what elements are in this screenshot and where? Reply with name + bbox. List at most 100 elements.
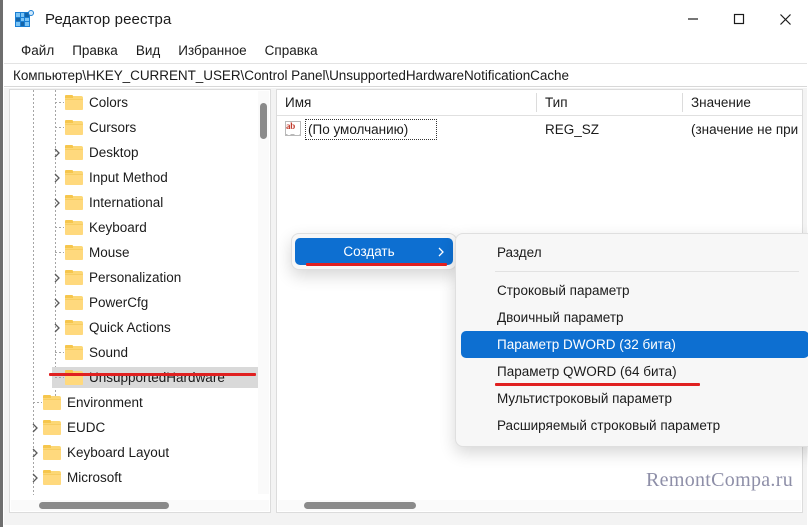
- tree-item-desktop[interactable]: Desktop: [10, 140, 260, 165]
- tree-item-mouse[interactable]: Mouse: [10, 240, 260, 265]
- menu-view[interactable]: Вид: [127, 41, 169, 60]
- submenu-item-key[interactable]: Раздел: [461, 239, 808, 266]
- submenu-item-multi-string[interactable]: Мультистроковый параметр: [461, 385, 808, 412]
- tree-item-colors[interactable]: Colors: [10, 90, 260, 115]
- submenu-separator: [495, 271, 799, 272]
- tree-item-sound[interactable]: Sound: [10, 340, 260, 365]
- folder-icon: [65, 245, 83, 260]
- folder-icon: [43, 395, 61, 410]
- window-title: Редактор реестра: [45, 10, 172, 28]
- tree-item-label: PowerCfg: [89, 295, 149, 310]
- registry-editor-window: Редактор реестра Файл Правка Вид Избранн…: [0, 0, 808, 527]
- registry-path: Компьютер\HKEY_CURRENT_USER\Control Pane…: [13, 67, 569, 83]
- folder-icon: [65, 95, 83, 110]
- tree-item-label: Desktop: [89, 145, 139, 160]
- tree-item-label: Colors: [89, 95, 129, 110]
- tree-item-label: Quick Actions: [89, 320, 171, 335]
- tree-item-quick-actions[interactable]: Quick Actions: [10, 315, 260, 340]
- values-column-header: Имя Тип Значение: [277, 90, 802, 116]
- tree-item-personalization[interactable]: Personalization: [10, 265, 260, 290]
- folder-icon: [65, 195, 83, 210]
- tree-item-powercfg[interactable]: PowerCfg: [10, 290, 260, 315]
- folder-icon: [65, 170, 83, 185]
- chevron-right-icon[interactable]: [49, 195, 65, 211]
- window-controls: [670, 0, 808, 38]
- cell-name: (По умолчанию): [308, 121, 409, 137]
- folder-icon: [65, 295, 83, 310]
- tree-horizontal-scrollbar[interactable]: [11, 500, 269, 511]
- chevron-right-icon[interactable]: [49, 270, 65, 286]
- menu-help[interactable]: Справка: [256, 41, 327, 60]
- address-bar[interactable]: Компьютер\HKEY_CURRENT_USER\Control Pane…: [4, 63, 807, 87]
- chevron-right-icon[interactable]: [49, 320, 65, 336]
- folder-icon: [43, 445, 61, 460]
- registry-tree-pane: Colors Cursors Desktop Input Method Inte…: [9, 89, 271, 513]
- menu-bar: Файл Правка Вид Избранное Справка: [3, 38, 808, 63]
- string-value-icon: ab: [285, 121, 301, 136]
- cell-type: REG_SZ: [545, 121, 600, 137]
- tree-item-environment[interactable]: Environment: [10, 390, 260, 415]
- tree-item-input-method[interactable]: Input Method: [10, 165, 260, 190]
- site-watermark: RemontCompa.ru: [646, 469, 793, 491]
- tree-item-label: Keyboard: [89, 220, 147, 235]
- tree-vertical-scrollbar[interactable]: [258, 91, 269, 494]
- context-menu-item-label: Создать: [343, 244, 395, 259]
- tree-item-international[interactable]: International: [10, 190, 260, 215]
- menu-favorites[interactable]: Избранное: [169, 41, 255, 60]
- chevron-right-icon[interactable]: [49, 295, 65, 311]
- context-menu-item-new[interactable]: Создать: [295, 238, 453, 265]
- close-icon[interactable]: [762, 0, 808, 38]
- tree-item-keyboard[interactable]: Keyboard: [10, 215, 260, 240]
- tree-vertical-scrollbar-thumb[interactable]: [260, 103, 267, 139]
- registry-tree: Colors Cursors Desktop Input Method Inte…: [10, 90, 260, 495]
- folder-icon: [65, 120, 83, 135]
- tree-item-network[interactable]: Network: [10, 490, 260, 495]
- tree-item-label: Sound: [89, 345, 129, 360]
- tree-item-label: Environment: [67, 395, 143, 410]
- registry-editor-icon: [15, 10, 34, 28]
- values-horizontal-scrollbar[interactable]: [278, 500, 801, 511]
- menu-edit[interactable]: Правка: [63, 41, 127, 60]
- chevron-right-icon[interactable]: [49, 170, 65, 186]
- submenu-item-string-value[interactable]: Строковый параметр: [461, 277, 808, 304]
- tree-item-keyboard-layout[interactable]: Keyboard Layout: [10, 440, 260, 465]
- column-header-name[interactable]: Имя: [277, 90, 537, 115]
- maximize-icon[interactable]: [716, 0, 762, 38]
- chevron-right-icon: [435, 247, 445, 257]
- title-bar: Редактор реестра: [3, 0, 808, 38]
- values-horizontal-scrollbar-thumb[interactable]: [304, 502, 416, 509]
- minimize-icon[interactable]: [670, 0, 716, 38]
- submenu-item-binary-value[interactable]: Двоичный параметр: [461, 304, 808, 331]
- folder-icon: [65, 320, 83, 335]
- tree-item-label: Keyboard Layout: [67, 445, 170, 460]
- tree-item-label: Mouse: [89, 245, 130, 260]
- table-row[interactable]: ab (По умолчанию) REG_SZ (значение не пр…: [277, 116, 802, 142]
- submenu-item-qword-64[interactable]: Параметр QWORD (64 бита): [461, 358, 808, 385]
- tree-item-label: Cursors: [89, 120, 137, 135]
- folder-icon: [65, 270, 83, 285]
- tree-item-label: Microsoft: [67, 470, 122, 485]
- tree-item-label: EUDC: [67, 420, 106, 435]
- submenu-item-dword-32[interactable]: Параметр DWORD (32 бита): [461, 331, 808, 358]
- tree-item-label: Personalization: [89, 270, 182, 285]
- column-header-value[interactable]: Значение: [683, 90, 802, 115]
- chevron-right-icon[interactable]: [49, 145, 65, 161]
- new-submenu: Раздел Строковый параметр Двоичный парам…: [455, 233, 808, 447]
- chevron-right-icon[interactable]: [27, 470, 43, 486]
- tree-horizontal-scrollbar-thumb[interactable]: [39, 502, 169, 509]
- annotation-underline-new: [306, 263, 447, 266]
- tree-item-cursors[interactable]: Cursors: [10, 115, 260, 140]
- tree-item-unsupportedhardware[interactable]: UnsupportedHardware: [10, 365, 260, 390]
- tree-item-microsoft[interactable]: Microsoft: [10, 465, 260, 490]
- submenu-item-expandable-string[interactable]: Расширяемый строковый параметр: [461, 412, 808, 439]
- column-header-type[interactable]: Тип: [537, 90, 683, 115]
- tree-item-eudc[interactable]: EUDC: [10, 415, 260, 440]
- tree-item-label: International: [89, 195, 164, 210]
- annotation-underline-dword: [495, 383, 700, 386]
- chevron-right-icon[interactable]: [27, 420, 43, 436]
- cell-value: (значение не при: [691, 121, 799, 137]
- folder-icon: [65, 145, 83, 160]
- annotation-underline-tree: [49, 373, 256, 376]
- chevron-right-icon[interactable]: [27, 445, 43, 461]
- menu-file[interactable]: Файл: [12, 41, 63, 60]
